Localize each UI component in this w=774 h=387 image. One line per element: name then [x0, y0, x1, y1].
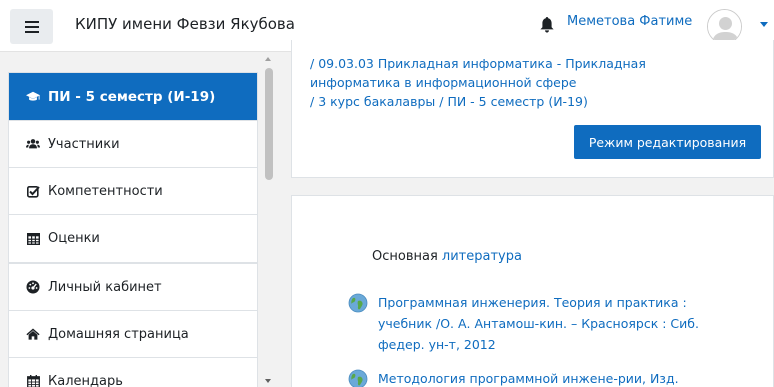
breadcrumb-item-course[interactable]: ПИ - 5 семестр (И-19) — [447, 94, 587, 109]
drawer-toggle-button[interactable] — [10, 9, 53, 44]
breadcrumb-item-program[interactable]: 09.03.03 Прикладная информатика - Прикла… — [310, 56, 646, 90]
literature-link[interactable]: литература — [442, 249, 522, 264]
site-nav-group: Личный кабинет Домашняя страница Календа… — [8, 263, 258, 387]
breadcrumb-separator: / — [439, 94, 444, 109]
sidebar-item-label: Компетентности — [48, 183, 163, 199]
course-section-card: Основная литература Программная инженери… — [291, 195, 774, 387]
sidebar-item-label: Участники — [48, 136, 120, 152]
resource-link[interactable]: Методология программной инжене-рии, Изд. — [378, 368, 738, 387]
home-icon — [26, 327, 40, 341]
sidebar-item-home[interactable]: Домашняя страница — [9, 311, 257, 358]
sidebar-item-label: Личный кабинет — [48, 279, 162, 295]
nav-drawer: ПИ - 5 семестр (И-19) Участники Компетен… — [0, 53, 276, 387]
lit-prefix: Основная — [372, 249, 438, 264]
url-globe-icon — [348, 369, 368, 387]
dashboard-icon — [26, 280, 40, 294]
scroll-down-arrow-icon[interactable] — [265, 379, 271, 383]
course-nav-group: ПИ - 5 семестр (И-19) Участники Компетен… — [8, 72, 258, 263]
edit-mode-button[interactable]: Режим редактирования — [574, 125, 761, 159]
breadcrumb-item-year[interactable]: 3 курс бакалавры — [318, 94, 435, 109]
sidebar-item-label: Домашняя страница — [48, 326, 189, 342]
sidebar-item-course[interactable]: ПИ - 5 семестр (И-19) — [9, 73, 257, 121]
graduation-cap-icon — [26, 90, 40, 104]
scroll-up-arrow-icon[interactable] — [265, 57, 271, 61]
breadcrumb: / 09.03.03 Прикладная информатика - Прик… — [310, 54, 730, 111]
sidebar-item-competencies[interactable]: Компетентности — [9, 168, 257, 215]
sidebar-item-participants[interactable]: Участники — [9, 121, 257, 168]
resource-link[interactable]: Программная инженерия. Теория и практика… — [378, 292, 738, 355]
sidebar-item-label: Календарь — [48, 374, 123, 387]
sidebar-item-grades[interactable]: Оценки — [9, 215, 257, 262]
checkbox-icon — [26, 184, 40, 198]
section-summary: Основная литература — [372, 249, 522, 264]
site-name-link[interactable]: КИПУ имени Февзи Якубова — [75, 15, 295, 33]
page-header-card: / 09.03.03 Прикладная информатика - Прик… — [291, 40, 774, 178]
sidebar-scrollbar[interactable] — [262, 53, 274, 387]
sidebar-item-label: Оценки — [48, 231, 100, 246]
chevron-down-icon[interactable] — [760, 22, 768, 27]
sidebar-item-label: ПИ - 5 семестр (И-19) — [48, 88, 216, 105]
avatar[interactable] — [707, 9, 742, 44]
users-icon — [26, 137, 40, 151]
sidebar-item-calendar[interactable]: Календарь — [9, 358, 257, 387]
url-globe-icon — [348, 293, 368, 313]
hamburger-icon — [24, 20, 39, 33]
bell-icon[interactable] — [540, 17, 554, 33]
sidebar-item-dashboard[interactable]: Личный кабинет — [9, 264, 257, 311]
calendar-icon — [26, 375, 40, 387]
breadcrumb-separator: / — [310, 56, 315, 71]
scrollbar-thumb[interactable] — [265, 68, 273, 180]
user-menu-name[interactable]: Меметова Фатиме — [567, 14, 692, 29]
breadcrumb-separator: / — [310, 94, 315, 109]
table-icon — [26, 232, 40, 246]
